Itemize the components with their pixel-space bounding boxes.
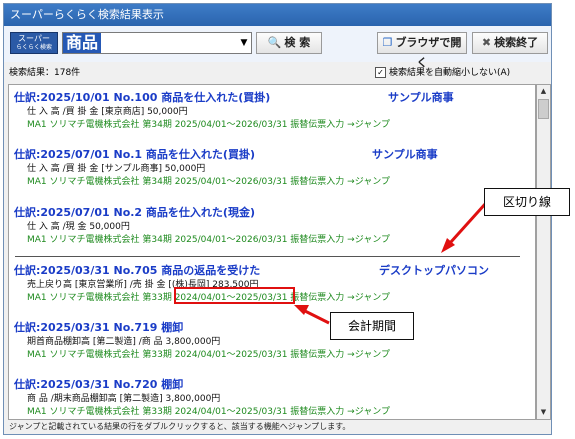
result-heading-text[interactable]: 仕訳:2025/03/31 No.720 棚卸 xyxy=(14,378,183,391)
result-partner[interactable]: サンプル商事 xyxy=(388,89,454,106)
scroll-up-icon[interactable]: ▲ xyxy=(537,85,550,98)
result-item[interactable]: 仕訳:2025/07/01 No.1 商品を仕入れた(買掛) サンプル商事 仕 … xyxy=(14,146,534,189)
exit-search-label: 検索終了 xyxy=(494,36,539,49)
fiscal-period: 2024/04/01～2025/03/31 xyxy=(174,407,288,417)
chevron-down-icon[interactable]: ▼ xyxy=(237,33,251,53)
separator-line xyxy=(15,256,520,257)
auto-shrink-label[interactable]: 検索結果を自動縮小しない(A) xyxy=(389,68,510,78)
result-item[interactable]: 仕訳:2025/10/01 No.100 商品を仕入れた(買掛) サンプル商事 … xyxy=(14,89,534,132)
app-logo: スーパー らくらく検索 xyxy=(10,32,58,54)
search-button-label: 検 索 xyxy=(284,36,311,49)
result-heading[interactable]: 仕訳:2025/03/31 No.719 棚卸 xyxy=(14,319,534,336)
open-in-browser-button[interactable]: ❐ ブラウザで開く xyxy=(377,32,467,69)
result-heading-text[interactable]: 仕訳:2025/07/01 No.1 商品を仕入れた(買掛) xyxy=(14,148,255,161)
scroll-down-icon[interactable]: ▼ xyxy=(537,406,550,419)
result-partner[interactable]: デスクトップパソコン xyxy=(379,262,489,279)
exit-search-button[interactable]: ✖ 検索終了 xyxy=(472,32,548,54)
result-heading-text[interactable]: 仕訳:2025/03/31 No.705 商品の返品を受けた xyxy=(14,264,260,277)
result-detail: 仕 入 高 /買 掛 金 [東京商店] 50,000円 xyxy=(27,107,188,117)
window-title: スーパーらくらく検索結果表示 xyxy=(4,4,551,26)
result-heading-text[interactable]: 仕訳:2025/07/01 No.2 商品を仕入れた(現金) xyxy=(14,206,255,219)
auto-shrink-option[interactable]: ✓ 検索結果を自動縮小しない(A) xyxy=(375,62,510,84)
result-item[interactable]: 仕訳:2025/07/01 No.2 商品を仕入れた(現金) 仕 入 高 /現 … xyxy=(14,204,534,247)
jump-suffix[interactable]: 振替伝票入力 →ジャンプ xyxy=(287,293,390,303)
jump-prefix: MA1 ソリマチ電機株式会社 第33期 xyxy=(27,407,175,417)
close-icon: ✖ xyxy=(481,36,492,49)
result-partner[interactable]: サンプル商事 xyxy=(372,146,438,163)
result-count: 検索結果：178件 xyxy=(9,68,81,78)
result-jump-line[interactable]: MA1 ソリマチ電機株式会社 第33期 2024/04/01～2025/03/3… xyxy=(14,349,534,362)
auto-shrink-checkbox[interactable]: ✓ xyxy=(375,67,386,78)
jump-suffix[interactable]: 振替伝票入力 →ジャンプ xyxy=(287,177,390,187)
fiscal-period-highlight xyxy=(174,287,295,304)
result-item[interactable]: 仕訳:2025/03/31 No.720 棚卸 商 品 /期末商品棚卸高 [第二… xyxy=(14,376,534,419)
jump-suffix[interactable]: 振替伝票入力 →ジャンプ xyxy=(287,120,390,130)
fiscal-period: 2025/04/01～2026/03/31 xyxy=(174,177,288,187)
jump-prefix: MA1 ソリマチ電機株式会社 第34期 xyxy=(27,177,175,187)
jump-prefix: MA1 ソリマチ電機株式会社 第33期 xyxy=(27,293,175,303)
result-jump-line[interactable]: MA1 ソリマチ電機株式会社 第33期 2024/04/01～2025/03/3… xyxy=(14,406,534,419)
search-results-window: スーパーらくらく検索結果表示 スーパー らくらく検索 商品 ▼ 🔍 検 索 ❐ ブラ… xyxy=(3,3,552,435)
result-heading[interactable]: 仕訳:2025/03/31 No.720 棚卸 xyxy=(14,376,534,393)
vertical-scrollbar[interactable]: ▲ ▼ xyxy=(536,84,551,420)
result-jump-line[interactable]: MA1 ソリマチ電機株式会社 第34期 2025/04/01～2026/03/3… xyxy=(14,119,534,132)
jump-prefix: MA1 ソリマチ電機株式会社 第33期 xyxy=(27,350,175,360)
toolbar: スーパー らくらく検索 商品 ▼ 🔍 検 索 ❐ ブラウザで開く ✖ 検索終了 xyxy=(4,26,551,69)
fiscal-period: 2025/04/01～2026/03/31 xyxy=(174,235,288,245)
search-icon: 🔍 xyxy=(267,36,282,49)
result-detail: 期首商品棚卸高 [第二製造] /商 品 3,800,000円 xyxy=(27,337,221,347)
fiscal-period: 2025/04/01～2026/03/31 xyxy=(174,120,288,130)
scroll-thumb[interactable] xyxy=(538,99,549,119)
jump-prefix: MA1 ソリマチ電機株式会社 第34期 xyxy=(27,120,175,130)
result-jump-line[interactable]: MA1 ソリマチ電機株式会社 第34期 2025/04/01～2026/03/3… xyxy=(14,176,534,189)
fiscal-period: 2024/04/01～2025/03/31 xyxy=(174,350,288,360)
result-detail: 仕 入 高 /現 金 50,000円 xyxy=(27,222,130,232)
result-heading[interactable]: 仕訳:2025/07/01 No.2 商品を仕入れた(現金) xyxy=(14,204,534,221)
result-heading[interactable]: 仕訳:2025/07/01 No.1 商品を仕入れた(買掛) サンプル商事 xyxy=(14,146,534,163)
result-heading[interactable]: 仕訳:2025/03/31 No.705 商品の返品を受けた デスクトップパソコ… xyxy=(14,262,534,279)
jump-suffix[interactable]: 振替伝票入力 →ジャンプ xyxy=(287,407,390,417)
logo-text-sub: らくらく検索 xyxy=(15,44,52,51)
results-list[interactable]: 仕訳:2025/10/01 No.100 商品を仕入れた(買掛) サンプル商事 … xyxy=(8,84,536,420)
status-row: 検索結果：178件 ✓ 検索結果を自動縮小しない(A) xyxy=(4,62,551,84)
result-jump-line[interactable]: MA1 ソリマチ電機株式会社 第34期 2025/04/01～2026/03/3… xyxy=(14,234,534,247)
search-keyword-value[interactable]: 商品 xyxy=(63,33,102,53)
jump-suffix[interactable]: 振替伝票入力 →ジャンプ xyxy=(287,235,390,245)
result-item[interactable]: 仕訳:2025/03/31 No.719 棚卸 期首商品棚卸高 [第二製造] /… xyxy=(14,319,534,362)
result-detail: 仕 入 高 /買 掛 金 [サンプル商事] 50,000円 xyxy=(27,164,206,174)
status-bar-hint: ジャンプと記載されている結果の行をダブルクリックすると、該当する機能へジャンプし… xyxy=(9,422,351,431)
logo-text-main: スーパー xyxy=(18,34,50,43)
result-detail: 商 品 /期末商品棚卸高 [第二製造] 3,800,000円 xyxy=(27,394,221,404)
result-heading[interactable]: 仕訳:2025/10/01 No.100 商品を仕入れた(買掛) サンプル商事 xyxy=(14,89,534,106)
fiscal-period-callout: 会計期間 xyxy=(330,312,414,340)
separator-callout: 区切り線 xyxy=(484,188,570,216)
window-icon: ❐ xyxy=(382,36,393,49)
result-heading-text[interactable]: 仕訳:2025/03/31 No.719 棚卸 xyxy=(14,321,183,334)
search-button[interactable]: 🔍 検 索 xyxy=(256,32,322,54)
jump-prefix: MA1 ソリマチ電機株式会社 第34期 xyxy=(27,235,175,245)
result-heading-text[interactable]: 仕訳:2025/10/01 No.100 商品を仕入れた(買掛) xyxy=(14,91,270,104)
search-keyword-combobox[interactable]: 商品 ▼ xyxy=(62,32,252,54)
jump-suffix[interactable]: 振替伝票入力 →ジャンプ xyxy=(287,350,390,360)
